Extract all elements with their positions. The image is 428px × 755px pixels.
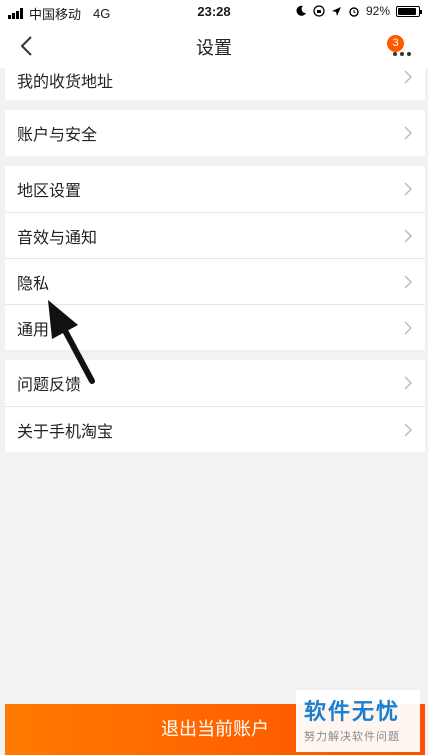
settings-group-address: 我的收货地址 <box>5 68 425 100</box>
chevron-right-icon <box>404 376 413 390</box>
chevron-right-icon <box>404 229 413 243</box>
battery-icon <box>396 5 422 17</box>
setting-row-account-security[interactable]: 账户与安全 <box>5 110 425 156</box>
notification-badge: 3 <box>387 35 404 52</box>
chevron-right-icon <box>404 275 413 289</box>
chevron-right-icon <box>404 126 413 140</box>
setting-row-shipping-address[interactable]: 我的收货地址 <box>5 68 425 100</box>
setting-label: 音效与通知 <box>17 229 98 247</box>
watermark-title: 软件无忧 <box>304 699 401 724</box>
watermark-subtitle: 努力解决软件问题 <box>304 731 400 743</box>
watermark: 软件无忧 努力解决软件问题 <box>296 690 420 752</box>
battery-fill <box>398 7 417 15</box>
location-icon <box>331 6 341 16</box>
chevron-right-icon <box>404 321 413 335</box>
rotation-lock-icon <box>313 5 325 17</box>
setting-label: 账户与安全 <box>17 127 98 144</box>
settings-group-account: 账户与安全 <box>5 110 425 156</box>
chevron-right-icon <box>404 70 413 84</box>
battery-percent: 92% <box>365 4 390 18</box>
setting-label: 我的收货地址 <box>17 74 114 91</box>
status-right: 92% <box>295 4 422 18</box>
setting-label: 隐私 <box>17 275 50 293</box>
moon-icon <box>296 5 306 16</box>
setting-row-about[interactable]: 关于手机淘宝 <box>5 406 425 452</box>
setting-label: 地区设置 <box>17 183 82 200</box>
chevron-right-icon <box>404 423 413 437</box>
chevron-right-icon <box>404 182 413 196</box>
alarm-icon <box>349 7 359 17</box>
nav-bar: 设置 3 <box>0 24 428 68</box>
setting-row-region[interactable]: 地区设置 <box>5 166 425 212</box>
setting-row-sound-notification[interactable]: 音效与通知 <box>5 212 425 258</box>
more-button[interactable]: 3 <box>387 35 414 58</box>
setting-label: 关于手机淘宝 <box>17 423 114 441</box>
page-title: 设置 <box>196 38 232 58</box>
status-bar: 中国移动 4G 23:28 92% <box>0 0 428 24</box>
annotation-arrow-icon <box>48 300 95 384</box>
